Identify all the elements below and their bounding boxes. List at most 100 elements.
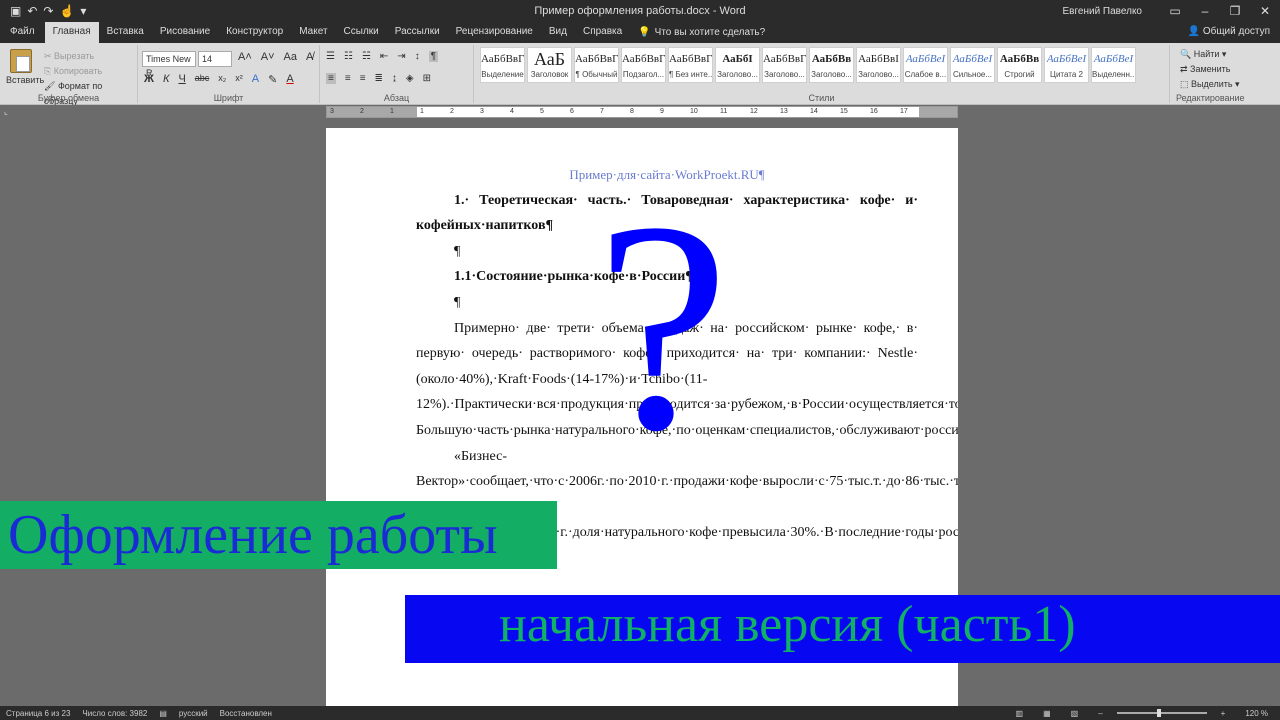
touch-icon[interactable]: ☝	[59, 4, 74, 18]
style-card[interactable]: АаБбВеІ Сильное...	[950, 47, 995, 83]
tab-home[interactable]: Главная	[44, 22, 99, 43]
find-button[interactable]: 🔍 Найти ▾	[1180, 47, 1240, 62]
borders-icon[interactable]: ⊞	[423, 73, 431, 84]
style-card[interactable]: АаБбВвГ ¶ Обычный	[574, 47, 619, 83]
style-card[interactable]: АаБбВеІ Выделенн...	[1091, 47, 1136, 83]
replace-button[interactable]: ⇄ Заменить	[1180, 62, 1240, 77]
ruler-tick-label: 16	[870, 108, 878, 115]
tab-layout[interactable]: Макет	[291, 22, 335, 43]
language[interactable]: русский	[179, 709, 208, 718]
paste-button[interactable]: Вставить	[6, 49, 44, 85]
zoom-slider[interactable]	[1116, 709, 1207, 717]
style-card[interactable]: АаБбВвГ Подзагол...	[621, 47, 666, 83]
bold-icon[interactable]: Ж	[144, 73, 154, 86]
ruler-tick-label: 3	[480, 108, 484, 115]
horizontal-ruler[interactable]: 3 2 1 1 2 3 4 5 6 7 8 9 10 11 12 13 14 15 16 17	[326, 106, 958, 118]
style-card[interactable]: АаБбВеІ Цитата 2	[1044, 47, 1089, 83]
user-name[interactable]: Евгений Павелко	[1062, 6, 1142, 17]
style-card[interactable]: АаБбВвГ Выделение	[480, 47, 525, 83]
style-card[interactable]: АаБбВвГ Заголово...	[762, 47, 807, 83]
tab-review[interactable]: Рецензирование	[448, 22, 541, 43]
font-color-icon[interactable]: A	[286, 73, 293, 86]
style-card[interactable]: АаБбВеІ Слабое в...	[903, 47, 948, 83]
strikethrough-icon[interactable]: abc	[195, 73, 210, 86]
print-layout-icon[interactable]: ▦	[1043, 709, 1051, 718]
font-name-select[interactable]: Times New R	[142, 51, 196, 78]
decrease-indent-icon[interactable]: ⇤	[380, 51, 388, 62]
tab-insert[interactable]: Вставка	[99, 22, 152, 43]
pilcrow-icon[interactable]: ¶	[428, 51, 439, 62]
style-card[interactable]: АаБбВвІ Заголово...	[856, 47, 901, 83]
text-effects-icon[interactable]: A	[252, 73, 259, 86]
word-count[interactable]: Число слов: 3982	[82, 709, 147, 718]
page-count[interactable]: Страница 6 из 23	[6, 709, 70, 718]
underline-icon[interactable]: Ч	[178, 73, 185, 86]
style-card[interactable]: АаБбВвГ ¶ Без инте...	[668, 47, 713, 83]
align-right-icon[interactable]: ≡	[360, 73, 366, 84]
customize-icon[interactable]: ▾	[80, 4, 86, 18]
italic-icon[interactable]: К	[163, 73, 169, 86]
multilevel-icon[interactable]: ☵	[362, 51, 371, 62]
subscript-icon[interactable]: x₂	[218, 73, 226, 86]
cut-button[interactable]: ✂ Вырезать	[44, 49, 137, 64]
editing-group: 🔍 Найти ▾ ⇄ Заменить ⬚ Выделить ▾	[1180, 47, 1240, 92]
style-card[interactable]: АаБбІ Заголово...	[715, 47, 760, 83]
clear-format-icon[interactable]: A̸	[306, 51, 313, 63]
save-icon[interactable]: ▣	[10, 4, 21, 18]
font-size-select[interactable]: 14	[198, 51, 232, 67]
grow-font-icon[interactable]: A˄	[238, 51, 252, 63]
tab-mailings[interactable]: Рассылки	[387, 22, 448, 43]
tab-references[interactable]: Ссылки	[336, 22, 387, 43]
proofing-icon[interactable]: ▤	[159, 709, 167, 718]
style-name: Заголово...	[858, 70, 899, 79]
tell-me-search[interactable]: 💡 Что вы хотите сделать?	[630, 22, 773, 43]
undo-icon[interactable]: ↶	[27, 4, 37, 18]
tab-selector-icon[interactable]: ⌞	[4, 107, 14, 117]
ruler-tick-label: 7	[600, 108, 604, 115]
sort-icon[interactable]: ↕	[415, 51, 420, 62]
tell-me-label: Что вы хотите сделать?	[654, 26, 766, 38]
tab-file[interactable]: Файл	[0, 22, 45, 43]
web-layout-icon[interactable]: ▧	[1071, 709, 1079, 718]
recovery-status: Восстановлен	[219, 708, 272, 718]
zoom-level[interactable]: 120 %	[1245, 709, 1268, 718]
highlight-icon[interactable]: ✎	[268, 73, 277, 86]
numbering-icon[interactable]: ☷	[344, 51, 353, 62]
style-card[interactable]: АаБбВв Строгий	[997, 47, 1042, 83]
ribbon-display-icon[interactable]: ▭	[1160, 4, 1190, 18]
style-sample: АаБбВв	[811, 53, 852, 65]
change-case-icon[interactable]: Aa	[284, 51, 297, 63]
minimize-icon[interactable]: –	[1190, 4, 1220, 18]
share-button[interactable]: 👤 Общий доступ	[1188, 26, 1270, 37]
close-icon[interactable]: ✕	[1250, 4, 1280, 18]
shading-icon[interactable]: ◈	[406, 73, 414, 84]
share-label: Общий доступ	[1202, 26, 1270, 37]
increase-indent-icon[interactable]: ⇥	[397, 51, 405, 62]
restore-icon[interactable]: ❐	[1220, 4, 1250, 18]
tab-design[interactable]: Конструктор	[218, 22, 291, 43]
justify-icon[interactable]: ≣	[375, 73, 383, 84]
line-spacing-icon[interactable]: ↨	[392, 73, 397, 84]
align-center-icon[interactable]: ≡	[345, 73, 351, 84]
style-card[interactable]: АаБ Заголовок	[527, 47, 572, 83]
find-label: Найти	[1193, 49, 1220, 59]
superscript-icon[interactable]: x²	[235, 73, 243, 86]
ruler-tick-label: 2	[450, 108, 454, 115]
ruler-left-margin	[327, 107, 417, 117]
tab-draw[interactable]: Рисование	[152, 22, 218, 43]
align-left-icon[interactable]: ≡	[326, 73, 336, 84]
style-card[interactable]: АаБбВв Заголово...	[809, 47, 854, 83]
redo-icon[interactable]: ↷	[43, 4, 53, 18]
ruler-tick-label: 5	[540, 108, 544, 115]
read-mode-icon[interactable]: ▥	[1016, 709, 1024, 718]
title-banner-text: Оформление работы	[8, 504, 498, 566]
bullets-icon[interactable]: ☰	[326, 51, 335, 62]
zoom-out-icon[interactable]: –	[1098, 709, 1102, 718]
select-button[interactable]: ⬚ Выделить ▾	[1180, 77, 1240, 92]
shrink-font-icon[interactable]: A˅	[261, 51, 275, 63]
tab-view[interactable]: Вид	[541, 22, 575, 43]
tab-help[interactable]: Справка	[575, 22, 630, 43]
style-sample: АаБбВеІ	[1046, 53, 1087, 65]
copy-button[interactable]: ⎘ Копировать	[44, 64, 137, 79]
zoom-in-icon[interactable]: +	[1221, 709, 1226, 718]
